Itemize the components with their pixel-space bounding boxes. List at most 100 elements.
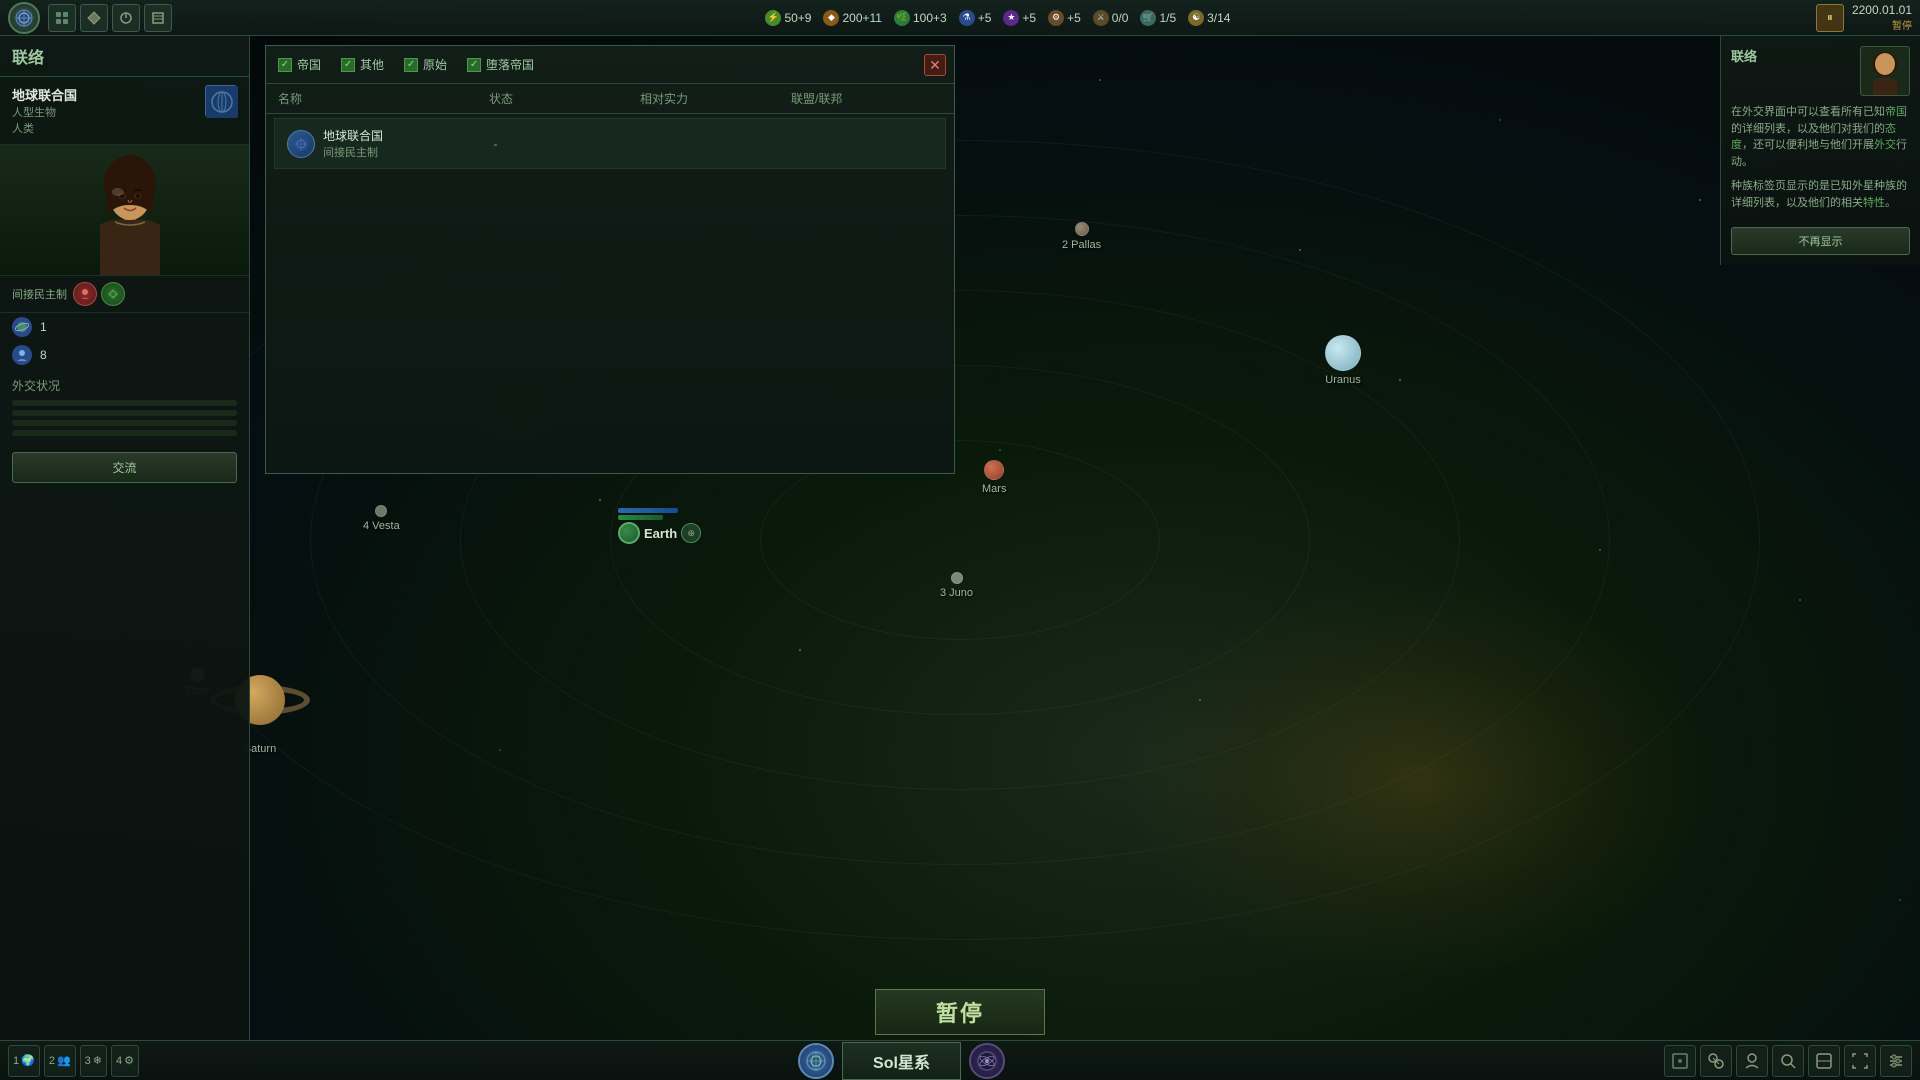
consumer-resource: 🛒 1/5: [1140, 10, 1176, 26]
filter-fallen-label: 堕落帝国: [486, 56, 534, 73]
earth-bar-blue: [618, 508, 678, 513]
row-status: -: [494, 137, 641, 151]
galaxy-view-icon[interactable]: [969, 1043, 1005, 1079]
minerals-resource: ◆ 200+11: [823, 10, 882, 26]
queue-item-2[interactable]: 2 👥: [44, 1045, 76, 1077]
info-panel-title: 联络: [1731, 46, 1757, 65]
settings-icon-btn[interactable]: [1880, 1045, 1912, 1077]
alloys-resource: ⚔ 0/0: [1093, 10, 1129, 26]
queue-num-1: 1: [13, 1055, 19, 1067]
government-icons: [73, 282, 125, 306]
uranus-body[interactable]: Uranus: [1325, 335, 1361, 386]
table-row[interactable]: 地球联合国 间接民主制 -: [274, 118, 946, 169]
minerals-icon: ◆: [823, 10, 839, 26]
zoom-icon-btn[interactable]: [1808, 1045, 1840, 1077]
tb-icon-4[interactable]: [144, 4, 172, 32]
diplo-bar-1: [12, 400, 237, 406]
empire-species: 人类: [12, 120, 197, 136]
earth-indicator[interactable]: Earth ⊕: [618, 508, 701, 544]
top-bar: ⚡ 50+9 ◆ 200+11 🌿 100+3 ⚗ +5 ★ +5 ⚙ +5 ⚔…: [0, 0, 1920, 36]
influence-icon: ★: [1003, 10, 1019, 26]
info-description-2: 种族标签页显示的是已知外星种族的详细列表，以及他们的相关特性。: [1731, 178, 1910, 211]
production-resource: ⚙ +5: [1048, 10, 1081, 26]
exchange-button[interactable]: 交流: [12, 452, 237, 483]
empire-flag[interactable]: [205, 85, 237, 117]
mars-circle: [984, 460, 1004, 480]
vesta-body[interactable]: 4 Vesta: [363, 505, 400, 532]
diplomacy-icon-btn[interactable]: [1700, 1045, 1732, 1077]
top-bar-icons: [48, 4, 172, 32]
date-value: 2200.01.01: [1852, 3, 1912, 17]
vesta-circle: [375, 505, 387, 517]
empire-icon[interactable]: [8, 2, 40, 34]
filter-empires-label: 帝国: [297, 56, 321, 73]
food-icon: 🌿: [894, 10, 910, 26]
diplomacy-section: 外交状况: [0, 369, 249, 444]
resource-bar: ⚡ 50+9 ◆ 200+11 🌿 100+3 ⚗ +5 ★ +5 ⚙ +5 ⚔…: [180, 10, 1816, 26]
queue-item-3[interactable]: 3 ❄: [80, 1045, 107, 1077]
leader-portrait[interactable]: [0, 145, 249, 275]
queue-item-1[interactable]: 1 🌍: [8, 1045, 40, 1077]
unity-resource: ☯ 3/14: [1188, 10, 1230, 26]
uranus-label: Uranus: [1325, 374, 1360, 386]
science-value: +5: [978, 11, 992, 25]
dialog-close-button[interactable]: ✕: [924, 54, 946, 76]
filter-fallen-checkbox: ✓: [467, 58, 481, 72]
queue-num-2: 2: [49, 1055, 55, 1067]
filter-primitives[interactable]: ✓ 原始: [404, 56, 447, 73]
pause-overlay: 暂停: [875, 989, 1045, 1035]
pops-stat: 8: [0, 341, 249, 369]
col-name: 名称: [278, 90, 429, 107]
dialog-empty-area: [266, 173, 954, 473]
science-resource: ⚗ +5: [959, 10, 992, 26]
energy-resource: ⚡ 50+9: [765, 10, 811, 26]
tb-icon-1[interactable]: [48, 4, 76, 32]
earth-row[interactable]: Earth ⊕: [618, 522, 701, 544]
diplomacy-title: 外交状况: [12, 377, 237, 394]
filter-fallen[interactable]: ✓ 堕落帝国: [467, 56, 534, 73]
row-empire-gov: 间接民主制: [323, 144, 383, 160]
queue-num-3: 3: [85, 1055, 91, 1067]
juno-body[interactable]: 3 Juno: [940, 572, 973, 599]
earth-label: Earth: [644, 526, 677, 541]
pause-label: 暂停: [1852, 17, 1912, 32]
pop-stat-icon: [12, 345, 32, 365]
search-icon-btn[interactable]: [1772, 1045, 1804, 1077]
col-icon: [429, 90, 489, 107]
pallas-body[interactable]: 2 Pallas: [1062, 222, 1101, 251]
minerals-value: 200+11: [842, 11, 882, 25]
gov-icon-red[interactable]: [73, 282, 97, 306]
gov-icon-green[interactable]: [101, 282, 125, 306]
pause-button[interactable]: ⏸: [1816, 4, 1844, 32]
no-show-button[interactable]: 不再显示: [1731, 227, 1910, 255]
bottom-bar: 1 🌍 2 👥 3 ❄ 4 ⚙ Sol星系: [0, 1040, 1920, 1080]
empire-info: 地球联合国 人型生物 人类: [0, 77, 249, 145]
row-empire-cell: 地球联合国 间接民主制: [287, 127, 434, 160]
tb-icon-3[interactable]: [112, 4, 140, 32]
col-status: 状态: [489, 90, 640, 107]
planets-count: 1: [40, 320, 47, 334]
empire-type: 人型生物: [12, 104, 197, 120]
juno-label: 3 Juno: [940, 587, 973, 599]
system-name-box[interactable]: Sol星系: [842, 1042, 961, 1080]
filter-others[interactable]: ✓ 其他: [341, 56, 384, 73]
empire-name: 地球联合国: [12, 85, 197, 104]
earth-health-bars: [618, 508, 701, 520]
frame-icon-btn[interactable]: [1844, 1045, 1876, 1077]
system-view-icon[interactable]: [798, 1043, 834, 1079]
minimap-icon[interactable]: [1664, 1045, 1696, 1077]
queue-item-4[interactable]: 4 ⚙: [111, 1045, 139, 1077]
planet-stat-icon: [12, 317, 32, 337]
planets-stat: 1: [0, 313, 249, 341]
pallas-circle: [1075, 222, 1089, 236]
filter-empires[interactable]: ✓ 帝国: [278, 56, 321, 73]
bottom-center: Sol星系: [798, 1042, 1005, 1080]
filter-primitives-checkbox: ✓: [404, 58, 418, 72]
tb-icon-2[interactable]: [80, 4, 108, 32]
contacts-icon-btn[interactable]: [1736, 1045, 1768, 1077]
earth-bar-green: [618, 515, 663, 520]
mars-body[interactable]: Mars: [982, 460, 1006, 495]
energy-value: 50+9: [784, 11, 811, 25]
pallas-label: 2 Pallas: [1062, 239, 1101, 251]
alloys-icon: ⚔: [1093, 10, 1109, 26]
